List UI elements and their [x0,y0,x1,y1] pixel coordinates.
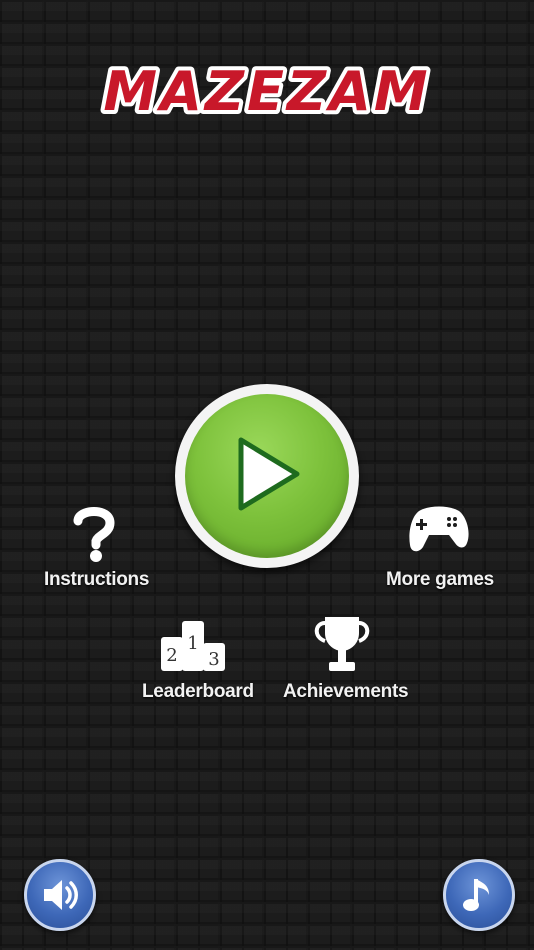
leaderboard-button[interactable]: 2 1 3 Leaderboard [142,617,254,703]
svg-text:1: 1 [187,633,198,654]
gamepad-icon [409,506,469,552]
svg-text:2: 2 [166,645,177,666]
podium-icon: 2 1 3 [161,621,225,671]
game-logo: MAZEZAM [0,58,534,128]
instructions-label: Instructions [44,569,150,590]
more-games-label: More games [386,569,494,590]
play-button[interactable] [175,384,359,568]
play-icon [238,437,300,511]
sound-toggle-button[interactable] [24,859,96,931]
svg-text:3: 3 [208,649,219,670]
game-title: MAZEZAM [103,60,430,123]
achievements-label: Achievements [283,681,409,702]
music-note-icon [463,879,489,911]
speaker-icon [44,880,78,910]
achievements-button[interactable]: Achievements [283,613,409,703]
instructions-button[interactable]: Instructions [44,505,150,591]
more-games-button[interactable]: More games [386,503,494,591]
trophy-icon [314,617,370,671]
music-toggle-button[interactable] [443,859,515,931]
question-mark-icon [73,507,115,562]
leaderboard-label: Leaderboard [142,681,254,702]
